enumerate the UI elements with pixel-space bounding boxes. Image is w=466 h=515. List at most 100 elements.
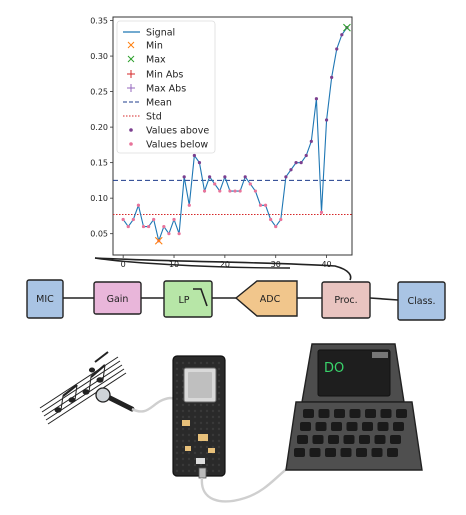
value-below-point [146, 224, 151, 229]
legend-values-below-swatch [129, 142, 133, 146]
legend-values-above-swatch [129, 128, 133, 132]
value-below-point [121, 217, 125, 222]
value-above-point [294, 161, 298, 165]
adc-label: ADC [260, 294, 281, 305]
mic-label: MIC [36, 294, 54, 305]
keyboard-key [393, 422, 404, 431]
keyboard-key [300, 422, 311, 431]
value-below-point [187, 203, 191, 207]
y-tick-label: 0.20 [90, 123, 108, 132]
value-above-point [309, 139, 313, 143]
value-above-point [335, 47, 339, 51]
y-tick-label: 0.35 [90, 17, 108, 26]
keyboard-key [325, 448, 336, 457]
value-below-point [233, 189, 237, 193]
legend-min-abs-label: Min Abs [146, 70, 183, 81]
keyboard-key [362, 422, 373, 431]
keyboard-key [303, 409, 314, 418]
legend-std-label: Std [146, 112, 162, 123]
signal-pipeline: MIC Gain LP ADC Proc. Class. [26, 279, 446, 321]
value-above-point [299, 161, 303, 165]
keyboard-key [312, 435, 324, 444]
proc-block: Proc. [321, 281, 371, 319]
y-tick-label: 0.10 [90, 194, 108, 203]
value-above-point [208, 175, 212, 179]
keyboard-key [315, 422, 327, 431]
keyboard-key [377, 422, 389, 431]
keyboard-key [371, 448, 383, 457]
y-tick-label: 0.30 [90, 52, 108, 61]
laptop-screen-text: DO [324, 361, 344, 376]
keyboard-key [396, 409, 407, 418]
zoom-brace [94, 257, 352, 281]
keyboard-key [334, 409, 345, 418]
keyboard-key [359, 435, 370, 444]
microcontroller-board-icon [172, 355, 226, 479]
value-below-point [279, 217, 283, 222]
keyboard-key [340, 448, 352, 457]
value-below-point [126, 224, 130, 229]
value-below-point [167, 232, 171, 236]
keyboard-key [294, 448, 305, 457]
y-tick-label: 0.05 [90, 230, 108, 239]
legend-values-below-label: Values below [146, 140, 208, 151]
mic-block: MIC [26, 279, 64, 319]
proc-label: Proc. [334, 295, 357, 306]
legend-min-label: Min [146, 41, 163, 52]
value-below-point [202, 189, 207, 193]
value-above-point [340, 33, 344, 37]
value-above-point [324, 118, 329, 122]
value-below-point [258, 203, 263, 207]
value-below-point [131, 217, 135, 222]
value-below-point [269, 217, 273, 222]
signal-chart: 0.050.100.150.200.250.300.35 0 10 20 30 40 S… [90, 16, 353, 269]
y-tick-label: 0.15 [90, 159, 108, 168]
legend-values-above-label: Values above [146, 126, 209, 137]
legend-signal-label: Signal [146, 28, 175, 39]
value-below-point [152, 217, 156, 222]
value-below-point [172, 217, 176, 222]
lp-label: LP [178, 295, 189, 306]
value-above-point [223, 175, 227, 179]
value-below-point [141, 224, 146, 229]
y-tick-label: 0.25 [90, 88, 108, 97]
adc-block: ADC [234, 280, 298, 317]
value-below-point [248, 182, 252, 186]
keyboard-key [390, 435, 401, 444]
value-above-point [304, 153, 308, 158]
microphone-icon [95, 387, 180, 413]
keyboard-key [380, 409, 392, 418]
keyboard-key [365, 409, 376, 418]
keyboard-key [349, 409, 361, 418]
keyboard-key [318, 409, 330, 418]
legend-max-abs-label: Max Abs [146, 84, 186, 95]
legend-mean-label: Mean [146, 98, 172, 109]
keyboard-key [356, 448, 367, 457]
keyboard-key [328, 435, 339, 444]
value-above-point [243, 175, 247, 179]
keyboard-key [387, 448, 398, 457]
value-below-point [238, 189, 242, 193]
legend-max-label: Max [146, 55, 166, 66]
value-above-point [192, 153, 196, 158]
value-below-point [228, 189, 232, 193]
illustration: 0.050.100.150.200.250.300.35 0 10 20 30 40 S… [26, 16, 446, 503]
music-notes-icon [39, 351, 127, 425]
value-above-point [289, 168, 293, 172]
chart-legend: Signal Min Max Min Abs Max Abs Mean Std … [116, 20, 216, 154]
value-below-point [136, 203, 141, 207]
keyboard-key [346, 422, 358, 431]
value-above-point [284, 175, 288, 179]
keyboard-key [374, 435, 386, 444]
value-below-point [162, 224, 166, 229]
value-below-point [253, 189, 257, 193]
value-below-point [218, 189, 222, 193]
value-above-point [330, 75, 334, 79]
x-tick-label: 40 [321, 260, 331, 269]
class-label: Class. [407, 296, 435, 307]
value-below-point [263, 203, 268, 207]
keyboard-key [331, 422, 342, 431]
value-below-point [177, 232, 181, 236]
value-above-point [197, 161, 202, 165]
keyboard-key [297, 435, 308, 444]
